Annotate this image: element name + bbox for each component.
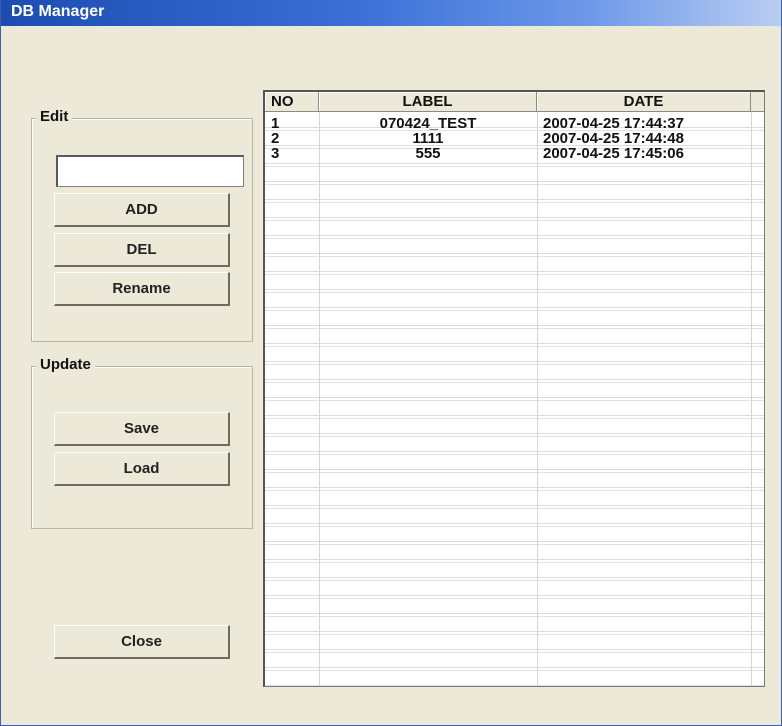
edit-group: Edit	[31, 108, 253, 342]
cell-no: 3	[271, 145, 280, 162]
table-row[interactable]: 2 1111 2007-04-25 17:44:48	[265, 130, 764, 147]
list-header: NO LABEL DATE	[265, 92, 764, 112]
table-row[interactable]: 1 070424_TEST 2007-04-25 17:44:37	[265, 115, 764, 132]
close-button[interactable]: Close	[54, 625, 230, 659]
cell-date: 2007-04-25 17:45:06	[543, 145, 684, 162]
cell-label: 070424_TEST	[379, 115, 477, 132]
update-group-label: Update	[36, 356, 95, 373]
add-button[interactable]: ADD	[54, 193, 230, 227]
del-button[interactable]: DEL	[54, 233, 230, 267]
column-header-date[interactable]: DATE	[537, 92, 751, 112]
load-button[interactable]: Load	[54, 452, 230, 486]
edit-group-label: Edit	[36, 108, 73, 125]
cell-no: 1	[271, 115, 280, 132]
column-divider	[319, 112, 320, 686]
cell-no: 2	[271, 130, 280, 147]
db-manager-window: DB Manager Edit ADD DEL Rename Update Sa…	[0, 0, 782, 726]
table-row[interactable]: 3 555 2007-04-25 17:45:06	[265, 145, 764, 162]
db-list-view[interactable]: NO LABEL DATE 1 070424_TEST 2007-04-25 1…	[263, 90, 765, 687]
column-header-filler	[751, 92, 764, 112]
title-bar[interactable]: DB Manager	[1, 0, 781, 26]
cell-label: 555	[415, 145, 441, 162]
column-divider	[537, 112, 538, 686]
save-button[interactable]: Save	[54, 412, 230, 446]
cell-label: 1111	[412, 130, 444, 147]
column-header-label[interactable]: LABEL	[319, 92, 537, 112]
update-group: Update	[31, 356, 253, 529]
cell-date: 2007-04-25 17:44:37	[543, 115, 684, 132]
column-header-no[interactable]: NO	[265, 92, 319, 112]
window-title: DB Manager	[11, 3, 105, 20]
cell-date: 2007-04-25 17:44:48	[543, 130, 684, 147]
list-rows: 1 070424_TEST 2007-04-25 17:44:37 2 1111…	[265, 113, 764, 686]
rename-button[interactable]: Rename	[54, 272, 230, 306]
column-divider	[751, 112, 752, 686]
label-input[interactable]	[56, 155, 244, 187]
